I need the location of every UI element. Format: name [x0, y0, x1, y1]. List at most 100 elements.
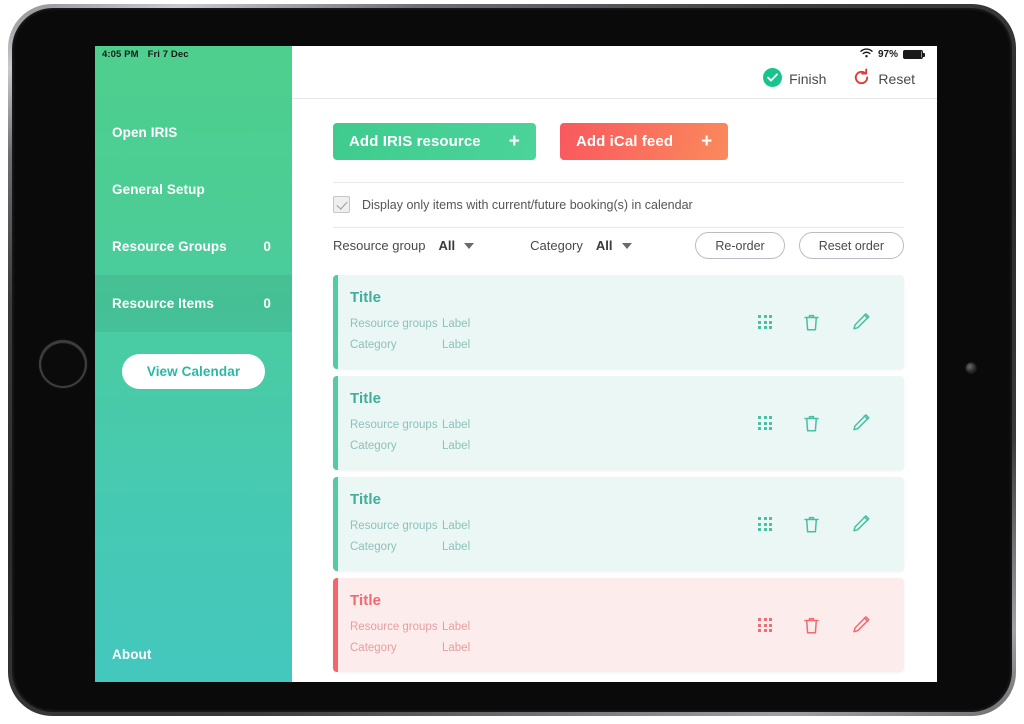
status-bar-date: Fri 7 Dec [147, 48, 189, 60]
sidebar-item-label: General Setup [112, 182, 205, 197]
plus-icon: + [508, 131, 520, 152]
sidebar-item-label: Resource Items [112, 296, 214, 311]
category-filter-label: Category [530, 238, 583, 253]
pencil-icon[interactable] [851, 514, 870, 534]
resource-item-card[interactable]: Title Resource groups Label Category Lab… [333, 477, 904, 571]
pencil-icon[interactable] [851, 312, 870, 332]
card-accent-bar [333, 578, 338, 672]
grid-drag-icon[interactable] [758, 416, 772, 430]
resource-group-filter-label: Resource group [333, 238, 426, 253]
battery-percent: 97% [877, 49, 898, 60]
front-camera-icon [966, 363, 976, 373]
resource-item-card[interactable]: Title Resource groups Label Category Lab… [333, 578, 904, 672]
meta-value: Label [442, 317, 471, 330]
meta-value: Label [442, 418, 471, 431]
sidebar-item-resource-items[interactable]: Resource Items 0 [95, 275, 292, 332]
card-info: Title Resource groups Label Category Lab… [333, 592, 758, 659]
plus-icon: + [701, 131, 713, 152]
card-meta-category: Category Label [350, 638, 758, 659]
chevron-down-icon[interactable] [621, 242, 632, 249]
sidebar-item-general-setup[interactable]: General Setup [95, 161, 292, 218]
view-calendar-wrap: View Calendar [95, 354, 292, 389]
sidebar-item-open-iris[interactable]: Open IRIS [95, 104, 292, 161]
card-accent-bar [333, 275, 338, 369]
add-ical-label: Add iCal feed [575, 133, 674, 150]
card-actions [758, 514, 904, 534]
card-title: Title [350, 288, 382, 306]
add-iris-resource-button[interactable]: Add IRIS resource + [333, 123, 536, 160]
meta-value: Label [442, 641, 471, 654]
meta-key: Resource groups [350, 317, 438, 330]
trash-icon[interactable] [803, 515, 820, 534]
card-actions [758, 413, 904, 433]
sidebar-item-label: Resource Groups [112, 239, 227, 254]
resource-item-list: Title Resource groups Label Category Lab… [333, 275, 904, 672]
sidebar-item-count: 0 [263, 296, 271, 311]
home-button[interactable] [39, 340, 87, 388]
finish-button[interactable]: Finish [763, 68, 826, 90]
device-frame: 4:05 PM Fri 7 Dec Open IRIS General Setu… [8, 4, 1016, 716]
status-bar-left: 4:05 PM Fri 7 Dec [95, 46, 292, 62]
card-meta-category: Category Label [350, 436, 758, 457]
meta-key: Category [350, 338, 397, 351]
meta-key: Resource groups [350, 418, 438, 431]
battery-icon [903, 50, 925, 59]
meta-key: Resource groups [350, 620, 438, 633]
display-filter-checkbox[interactable] [333, 196, 350, 213]
trash-icon[interactable] [803, 616, 820, 635]
card-actions [758, 312, 904, 332]
add-iris-label: Add IRIS resource [349, 133, 481, 150]
trash-icon[interactable] [803, 414, 820, 433]
meta-value: Label [442, 338, 471, 351]
reset-button[interactable]: Reset [852, 68, 915, 90]
main-panel: 97% Finish Reset Add IRIS resource + Add… [292, 46, 937, 682]
chevron-down-icon[interactable] [464, 242, 475, 249]
app-screen: 4:05 PM Fri 7 Dec Open IRIS General Setu… [95, 46, 937, 682]
re-order-button[interactable]: Re-order [695, 232, 785, 259]
status-bar-right: 97% [860, 48, 925, 61]
meta-key: Category [350, 439, 397, 452]
card-title: Title [350, 490, 382, 508]
check-circle-icon [763, 68, 783, 90]
resource-group-filter-value[interactable]: All [439, 238, 456, 253]
card-meta-resource-groups: Resource groups Label [350, 617, 758, 638]
grid-drag-icon[interactable] [758, 315, 772, 329]
grid-drag-icon[interactable] [758, 517, 772, 531]
meta-key: Category [350, 540, 397, 553]
card-accent-bar [333, 376, 338, 470]
content-area: Add IRIS resource + Add iCal feed + Disp… [292, 99, 937, 682]
card-title: Title [350, 591, 382, 609]
sidebar-item-about[interactable]: About [95, 626, 292, 682]
filter-row: Resource group All Category All Re-order… [333, 228, 904, 275]
card-title: Title [350, 389, 382, 407]
grid-drag-icon[interactable] [758, 618, 772, 632]
reset-label: Reset [878, 71, 915, 87]
card-info: Title Resource groups Label Category Lab… [333, 390, 758, 457]
add-ical-feed-button[interactable]: Add iCal feed + [559, 123, 729, 160]
resource-item-card[interactable]: Title Resource groups Label Category Lab… [333, 376, 904, 470]
card-info: Title Resource groups Label Category Lab… [333, 491, 758, 558]
reset-order-button[interactable]: Reset order [798, 232, 904, 259]
card-meta-resource-groups: Resource groups Label [350, 516, 758, 537]
meta-key: Category [350, 641, 397, 654]
wifi-icon [860, 48, 873, 61]
meta-key: Resource groups [350, 519, 438, 532]
meta-value: Label [442, 620, 471, 633]
category-filter-value[interactable]: All [596, 238, 613, 253]
finish-label: Finish [789, 71, 827, 87]
card-meta-category: Category Label [350, 335, 758, 356]
card-accent-bar [333, 477, 338, 571]
resource-item-card[interactable]: Title Resource groups Label Category Lab… [333, 275, 904, 369]
sidebar-item-label: Open IRIS [112, 125, 178, 140]
meta-value: Label [442, 519, 471, 532]
card-meta-category: Category Label [350, 537, 758, 558]
sidebar-item-resource-groups[interactable]: Resource Groups 0 [95, 218, 292, 275]
device-body: 4:05 PM Fri 7 Dec Open IRIS General Setu… [12, 8, 1012, 712]
pencil-icon[interactable] [851, 413, 870, 433]
top-bar: 97% Finish Reset [292, 46, 937, 99]
meta-value: Label [442, 439, 471, 452]
trash-icon[interactable] [803, 313, 820, 332]
view-calendar-button[interactable]: View Calendar [121, 354, 266, 389]
pencil-icon[interactable] [851, 615, 870, 635]
action-buttons: Add IRIS resource + Add iCal feed + [333, 123, 904, 160]
